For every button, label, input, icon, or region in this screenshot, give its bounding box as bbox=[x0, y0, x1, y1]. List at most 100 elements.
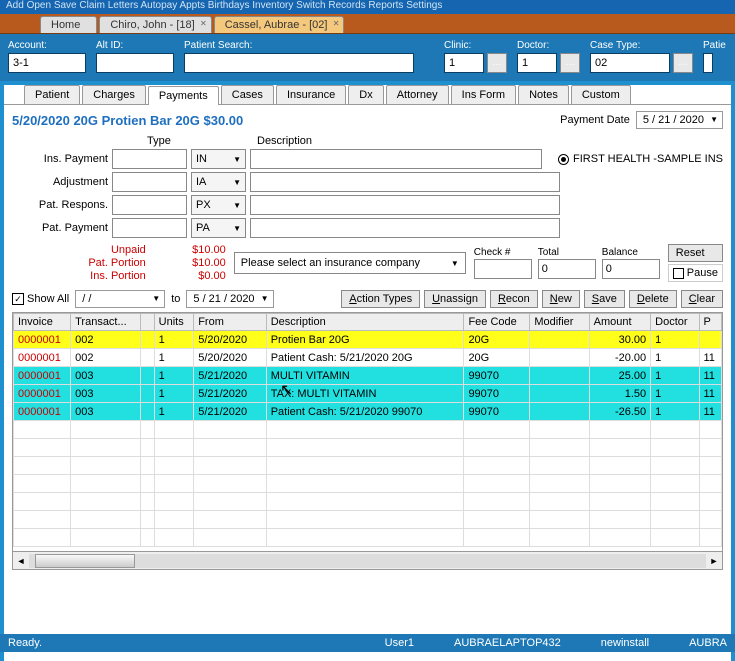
select-value: IN bbox=[196, 153, 207, 165]
grid-hscrollbar[interactable]: ◄ ► bbox=[12, 552, 723, 570]
casetype-input[interactable] bbox=[590, 53, 670, 73]
tab-insurance[interactable]: Insurance bbox=[276, 85, 346, 104]
clinic-input[interactable] bbox=[444, 53, 484, 73]
recon-button[interactable]: Recon bbox=[490, 290, 538, 308]
close-icon[interactable]: ✕ bbox=[200, 19, 207, 28]
patrespons-desc-input[interactable] bbox=[250, 195, 560, 215]
transactions-grid[interactable]: InvoiceTransact... UnitsFromDescriptionFe… bbox=[12, 312, 723, 552]
patpayment-desc-input[interactable] bbox=[250, 218, 560, 238]
table-row[interactable]: 000000100315/21/2020MULTI VITAMIN9907025… bbox=[14, 367, 722, 385]
cell: 99070 bbox=[464, 403, 530, 421]
table-row[interactable]: 000000100315/21/2020Patient Cash: 5/21/2… bbox=[14, 403, 722, 421]
cell: 003 bbox=[71, 367, 141, 385]
col-header[interactable]: Description bbox=[266, 314, 464, 331]
payment-date-picker[interactable]: 5 / 21 / 2020 bbox=[636, 111, 723, 129]
cell: 30.00 bbox=[589, 331, 651, 349]
cell bbox=[141, 331, 154, 349]
inspayment-amount-input[interactable] bbox=[112, 149, 187, 169]
col-header[interactable]: Units bbox=[154, 314, 194, 331]
cell: 1 bbox=[154, 403, 194, 421]
new-button[interactable]: New bbox=[542, 290, 580, 308]
tab-label: Insurance bbox=[287, 89, 335, 101]
tab-dx[interactable]: Dx bbox=[348, 85, 383, 104]
inspayment-type-select[interactable]: IN bbox=[191, 149, 246, 169]
cell: 1 bbox=[651, 403, 699, 421]
col-header[interactable]: From bbox=[194, 314, 267, 331]
payment-date-label: Payment Date bbox=[560, 114, 630, 126]
insurance-company-select[interactable]: Please select an insurance company bbox=[234, 252, 466, 274]
close-icon[interactable]: ✕ bbox=[333, 19, 340, 28]
inspayment-desc-input[interactable] bbox=[250, 149, 542, 169]
cell: 0000001 bbox=[14, 403, 71, 421]
tab-patient-1[interactable]: Chiro, John - [18]✕ bbox=[99, 16, 211, 33]
col-header[interactable]: Amount bbox=[589, 314, 651, 331]
col-header[interactable]: Modifier bbox=[530, 314, 589, 331]
action-types-button[interactable]: Action Types bbox=[341, 290, 420, 308]
col-header[interactable]: Doctor bbox=[651, 314, 699, 331]
menu-bar: Add Open Save Claim Letters Autopay Appt… bbox=[0, 0, 735, 14]
date-value: 5 / 21 / 2020 bbox=[643, 114, 704, 126]
tab-insform[interactable]: Ins Form bbox=[451, 85, 516, 104]
table-row[interactable]: 000000100215/20/2020Protien Bar 20G20G30… bbox=[14, 331, 722, 349]
col-header[interactable]: P bbox=[699, 314, 722, 331]
cell: 20G bbox=[464, 331, 530, 349]
altid-input[interactable] bbox=[96, 53, 174, 73]
cell bbox=[530, 349, 589, 367]
cell: 1 bbox=[651, 385, 699, 403]
tab-home[interactable]: Home bbox=[40, 16, 97, 33]
delete-button[interactable]: Delete bbox=[629, 290, 677, 308]
tab-notes[interactable]: Notes bbox=[518, 85, 569, 104]
tab-attorney[interactable]: Attorney bbox=[386, 85, 449, 104]
scroll-left-icon[interactable]: ◄ bbox=[13, 556, 29, 566]
col-header[interactable]: Transact... bbox=[71, 314, 141, 331]
clinic-lookup-button[interactable]: ... bbox=[487, 53, 507, 73]
tab-label: Notes bbox=[529, 89, 558, 101]
doctor-lookup-button[interactable]: ... bbox=[560, 53, 580, 73]
doctor-label: Doctor: bbox=[517, 40, 580, 51]
pause-checkbox[interactable] bbox=[673, 268, 684, 279]
scroll-right-icon[interactable]: ► bbox=[706, 556, 722, 566]
col-header[interactable]: Fee Code bbox=[464, 314, 530, 331]
patient-search-input[interactable] bbox=[184, 53, 414, 73]
patpayment-type-select[interactable]: PA bbox=[191, 218, 246, 238]
table-row[interactable]: 000000100315/21/2020TAX: MULTI VITAMIN99… bbox=[14, 385, 722, 403]
inspayment-label: Ins. Payment bbox=[12, 153, 108, 165]
total-input[interactable] bbox=[538, 259, 596, 279]
date-to-picker[interactable]: 5 / 21 / 2020 bbox=[186, 290, 273, 308]
cell: 99070 bbox=[464, 367, 530, 385]
cell: 1.50 bbox=[589, 385, 651, 403]
showall-checkbox[interactable]: ✓Show All bbox=[12, 293, 69, 305]
patpayment-amount-input[interactable] bbox=[112, 218, 187, 238]
doctor-input[interactable] bbox=[517, 53, 557, 73]
reset-button[interactable]: Reset bbox=[668, 244, 723, 262]
account-input[interactable] bbox=[8, 53, 86, 73]
adjustment-amount-input[interactable] bbox=[112, 172, 187, 192]
tab-custom[interactable]: Custom bbox=[571, 85, 631, 104]
patrespons-amount-input[interactable] bbox=[112, 195, 187, 215]
adjustment-desc-input[interactable] bbox=[250, 172, 560, 192]
clear-button[interactable]: Clear bbox=[681, 290, 723, 308]
to-label: to bbox=[171, 293, 180, 305]
scroll-thumb[interactable] bbox=[35, 554, 135, 568]
tab-payments[interactable]: Payments bbox=[148, 86, 219, 105]
col-header[interactable] bbox=[141, 314, 154, 331]
tab-patient-2[interactable]: Cassel, Aubrae - [02]✕ bbox=[214, 16, 345, 33]
tab-cases[interactable]: Cases bbox=[221, 85, 274, 104]
check-input[interactable] bbox=[474, 259, 532, 279]
unassign-button[interactable]: Unassign bbox=[424, 290, 486, 308]
balance-input[interactable] bbox=[602, 259, 660, 279]
casetype-lookup-button[interactable]: ... bbox=[673, 53, 693, 73]
cell: 5/21/2020 bbox=[194, 403, 267, 421]
tab-label: Custom bbox=[582, 89, 620, 101]
cell: 1 bbox=[154, 367, 194, 385]
tab-patient[interactable]: Patient bbox=[24, 85, 80, 104]
date-from-picker[interactable]: / / bbox=[75, 290, 165, 308]
table-row[interactable]: 000000100215/20/2020Patient Cash: 5/21/2… bbox=[14, 349, 722, 367]
insurance-radio[interactable]: FIRST HEALTH -SAMPLE INS bbox=[558, 153, 723, 165]
patrespons-type-select[interactable]: PX bbox=[191, 195, 246, 215]
tab-label: Dx bbox=[359, 89, 372, 101]
adjustment-type-select[interactable]: IA bbox=[191, 172, 246, 192]
col-header[interactable]: Invoice bbox=[14, 314, 71, 331]
tab-charges[interactable]: Charges bbox=[82, 85, 146, 104]
save-button[interactable]: Save bbox=[584, 290, 625, 308]
